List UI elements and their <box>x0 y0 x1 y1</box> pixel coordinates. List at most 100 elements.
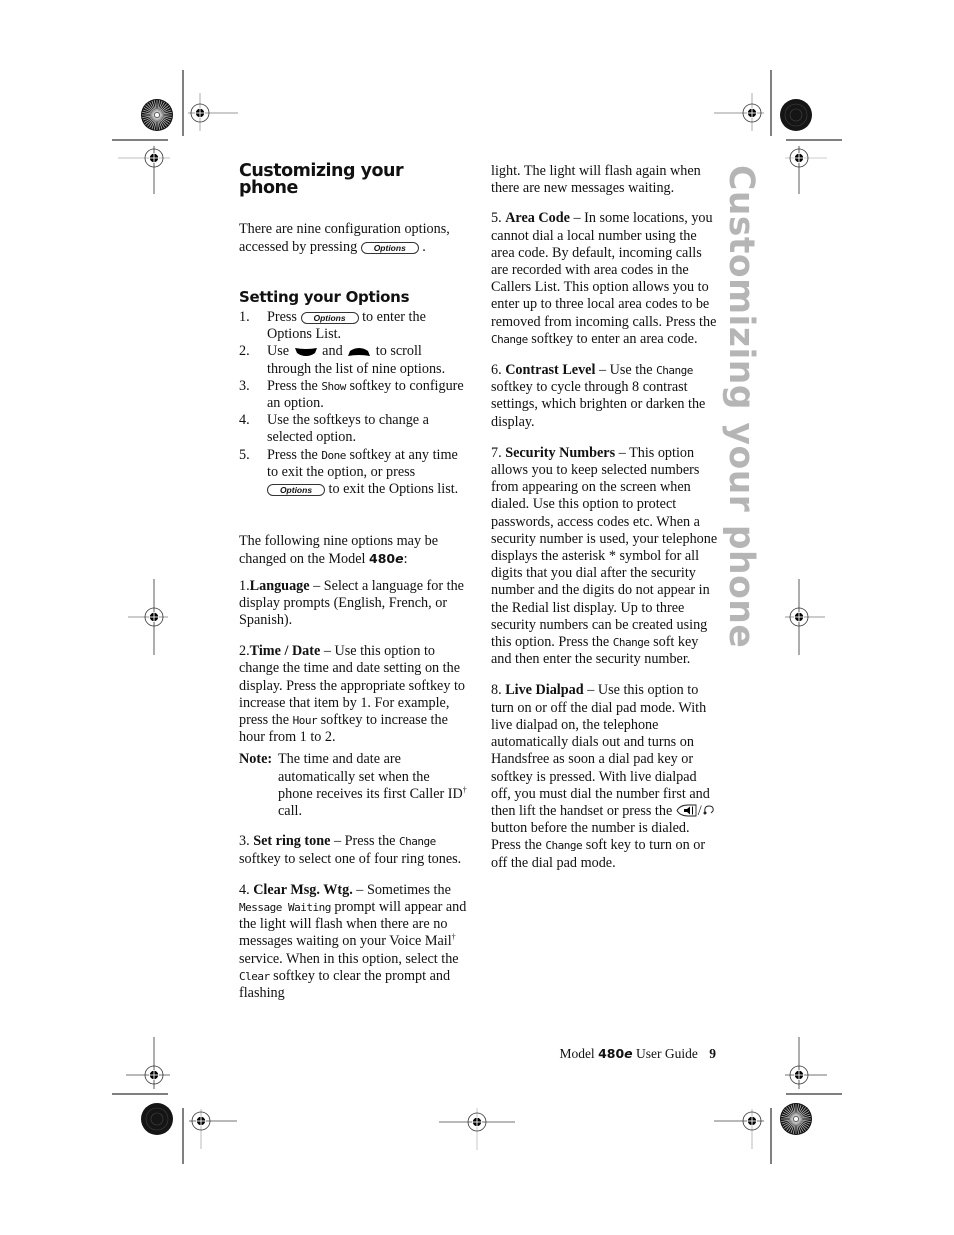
registration-target-icon <box>785 146 827 194</box>
option-description: – Press the <box>330 833 396 850</box>
show-softkey-label: Show <box>321 379 346 393</box>
option-description: softkey to clear the prompt and flashing <box>239 967 451 1001</box>
registration-target-icon <box>714 1109 764 1149</box>
option-name: Contrast Level <box>505 362 596 379</box>
dagger-mark: † <box>451 932 456 942</box>
registration-target-icon <box>118 146 170 194</box>
headset-key-icon <box>703 805 714 815</box>
step-text: and <box>322 343 343 360</box>
step-number: 4. <box>239 412 250 429</box>
footer-text: User Guide <box>636 1046 698 1061</box>
model-number: 480 <box>369 551 396 567</box>
step-number: 3. <box>239 377 250 394</box>
following-text: The following nine options may be change… <box>239 533 438 568</box>
step-text: to exit the Options list. <box>328 481 459 498</box>
left-column: Customizing your phone There are nine co… <box>239 160 467 1002</box>
step-number: 5. <box>239 446 250 463</box>
option-name: Time / Date <box>249 643 321 660</box>
intro-text: There are nine configuration options, ac… <box>239 221 450 255</box>
change-softkey-label: Change <box>656 364 693 378</box>
setting-options-heading: Setting your Options <box>239 287 410 306</box>
option-number: 4. <box>239 881 254 898</box>
note-text: call. <box>278 803 303 820</box>
chapter-side-tab: Customizing your phone <box>721 165 761 648</box>
option-clear-msg-wtg-continued: light. The light will flash again when t… <box>491 163 701 197</box>
registration-target-icon <box>439 1108 515 1150</box>
registration-target-icon <box>785 1037 827 1089</box>
model-suffix: e <box>395 551 404 567</box>
registration-marks <box>112 70 842 1164</box>
option-description: softkey to select one of four ring tones… <box>239 850 462 867</box>
scroll-up-key-icon <box>348 348 371 357</box>
scroll-down-key-icon <box>294 348 317 357</box>
right-column: light. The light will flash again when t… <box>491 163 719 872</box>
step-item: 1. Press Options to enter the Options Li… <box>239 309 467 343</box>
intro-paragraph: There are nine configuration options, ac… <box>239 221 467 255</box>
change-softkey-label: Change <box>612 636 650 650</box>
note-block: Note: The time and date are automaticall… <box>239 751 467 820</box>
color-starburst-icon <box>780 1103 812 1135</box>
option-description: – In some locations, you cannot dial a l… <box>491 210 717 330</box>
registration-target-icon <box>188 93 238 131</box>
done-softkey-label: Done <box>321 448 346 462</box>
option-number: 2. <box>239 643 250 660</box>
step-item: 4. Use the softkeys to change a selected… <box>239 412 467 446</box>
speaker-key-icon <box>676 804 697 817</box>
intro-period: . <box>422 238 426 255</box>
note-label: Note: <box>239 751 273 768</box>
option-description: – Use the <box>595 362 653 379</box>
page-number: 9 <box>709 1046 716 1061</box>
option-contrast-level: 6. Contrast Level – Use the Change softk… <box>491 362 719 431</box>
option-description: softkey to cycle through 8 contrast sett… <box>491 379 706 430</box>
model-suffix: e <box>624 1046 633 1061</box>
change-softkey-label: Change <box>491 332 528 346</box>
change-softkey-label: Change <box>545 839 583 853</box>
option-number: 3. <box>239 833 254 850</box>
registration-target-icon <box>785 579 825 655</box>
color-disc-icon <box>141 1103 173 1135</box>
option-clear-msg-wtg: 4. Clear Msg. Wtg. – Sometimes the Messa… <box>239 882 467 1002</box>
step-item: 3. Press the Show softkey to configure a… <box>239 378 467 412</box>
step-text: Use <box>267 343 290 360</box>
step-text: Press the <box>267 377 318 394</box>
option-name: Security Numbers <box>505 444 616 461</box>
option-area-code: 5. Area Code – In some locations, you ca… <box>491 210 719 348</box>
option-description: – This option allows you to keep selecte… <box>491 444 718 651</box>
option-description: service. When in this option, select the <box>239 950 459 967</box>
page-footer: Model 480e User Guide 9 <box>540 1046 716 1062</box>
option-live-dialpad: 8. Live Dialpad – Use this option to tur… <box>491 682 719 871</box>
option-description: – Sometimes the <box>352 881 451 898</box>
registration-target-icon <box>189 1109 237 1149</box>
color-starburst-icon <box>141 99 173 131</box>
model-name: 480e <box>598 1046 633 1061</box>
registration-target-icon <box>714 93 764 131</box>
option-number: 1. <box>239 577 250 594</box>
step-number: 2. <box>239 343 250 360</box>
message-waiting-prompt-label: Message Waiting <box>239 900 331 914</box>
clear-softkey-label: Clear <box>239 969 270 983</box>
chapter-side-tab-text: Customizing your phone <box>721 165 761 649</box>
following-colon: : <box>403 551 408 568</box>
step-item: 5. Press the Done softkey at any time to… <box>239 447 467 499</box>
step-text: Press <box>267 309 297 326</box>
options-key-icon: Options <box>267 484 325 497</box>
option-name: Live Dialpad <box>505 682 584 699</box>
option-number: 6. <box>491 362 506 379</box>
model-name: 480e <box>369 551 404 566</box>
option-number: 8. <box>491 682 506 699</box>
option-name: Language <box>249 577 310 594</box>
option-description: softkey to enter an area code. <box>531 330 698 347</box>
step-item: 2. Use and to scroll through the list of… <box>239 343 467 377</box>
option-name: Clear Msg. Wtg. <box>253 881 353 898</box>
option-number: 7. <box>491 444 506 461</box>
option-security-numbers: 7. Security Numbers – This option allows… <box>491 445 719 669</box>
option-number: 5. <box>491 210 506 227</box>
step-number: 1. <box>239 309 250 326</box>
option-language: 1.Language – Select a language for the d… <box>239 578 467 630</box>
page-title: Customizing your phone <box>239 161 404 199</box>
registration-target-icon <box>128 579 168 655</box>
crop-mark-top-left <box>112 70 238 194</box>
crop-mark-bottom-left <box>112 1037 237 1164</box>
change-softkey-label: Change <box>399 835 436 849</box>
footer-text: Model <box>559 1046 595 1061</box>
